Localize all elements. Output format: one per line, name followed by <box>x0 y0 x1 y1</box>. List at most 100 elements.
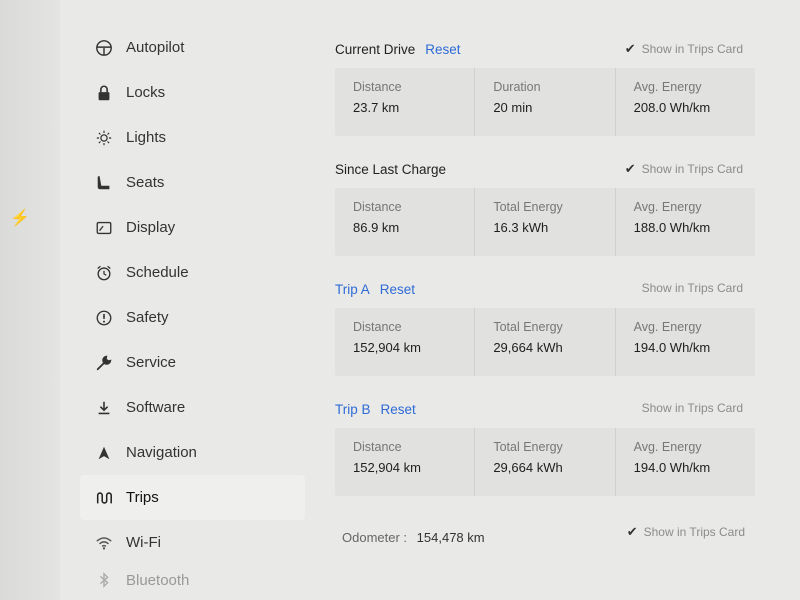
display-icon <box>94 218 114 238</box>
stat-label: Avg. Energy <box>633 80 702 94</box>
reset-current-drive-button[interactable]: Reset <box>425 42 460 57</box>
sidebar-item-locks[interactable]: Locks <box>80 70 305 115</box>
sidebar-item-navigation[interactable]: Navigation <box>80 430 305 475</box>
stat-cell: Avg. Energy 194.0 Wh/km <box>616 308 755 376</box>
stat-value: 20 min <box>493 100 533 115</box>
sidebar-item-bluetooth[interactable]: Bluetooth <box>80 565 305 595</box>
stat-cell: Distance 152,904 km <box>335 308 476 376</box>
stat-value: 194.0 Wh/km <box>633 460 711 475</box>
navigation-arrow-icon <box>94 443 114 463</box>
reset-trip-b-button[interactable]: Reset <box>381 402 416 417</box>
stat-label: Distance <box>353 320 402 334</box>
stat-cell: Total Energy 16.3 kWh <box>475 188 616 256</box>
since-last-charge-section: Since Last Charge ✔ Show in Trips Card D… <box>335 150 755 256</box>
stats-grid: Distance 23.7 km Duration 20 min Avg. En… <box>335 68 755 136</box>
reset-trip-a-button[interactable]: Reset <box>380 282 415 297</box>
sidebar-item-lights[interactable]: Lights <box>80 115 305 160</box>
stat-value: 152,904 km <box>353 340 421 355</box>
checkmark-icon: ✔ <box>626 524 638 539</box>
sidebar-item-schedule[interactable]: Schedule <box>80 250 305 295</box>
stat-cell: Total Energy 29,664 kWh <box>475 308 616 376</box>
stats-grid: Distance 152,904 km Total Energy 29,664 … <box>335 428 755 496</box>
stat-cell: Duration 20 min <box>475 68 616 136</box>
stat-label: Avg. Energy <box>633 440 702 454</box>
odometer-label: Odometer : <box>342 530 408 545</box>
stat-cell: Distance 152,904 km <box>335 428 476 496</box>
sidebar-item-service[interactable]: Service <box>80 340 305 385</box>
odometer-readout: Odometer : 154,478 km <box>342 530 485 545</box>
checkmark-icon: ✔ <box>624 41 636 56</box>
sidebar-item-display[interactable]: Display <box>80 205 305 250</box>
checkmark-icon: ✔ <box>624 161 636 176</box>
light-bulb-icon <box>94 128 114 148</box>
stat-label: Total Energy <box>493 320 563 334</box>
sidebar-item-label: Trips <box>126 489 159 506</box>
show-in-trips-card-toggle[interactable]: Show in Trips Card <box>642 281 743 295</box>
stat-label: Avg. Energy <box>633 200 702 214</box>
section-title: Current Drive <box>335 41 416 57</box>
sidebar-item-safety[interactable]: Safety <box>80 295 305 340</box>
stats-grid: Distance 152,904 km Total Energy 29,664 … <box>335 308 755 376</box>
left-edge-panel <box>0 0 60 600</box>
stats-grid: Distance 86.9 km Total Energy 16.3 kWh A… <box>335 188 755 256</box>
lock-icon <box>94 83 114 103</box>
show-in-trips-card-toggle[interactable]: ✔ Show in Trips Card <box>625 161 743 177</box>
current-drive-section: Current Drive Reset ✔ Show in Trips Card… <box>335 30 755 136</box>
stat-label: Distance <box>353 80 402 94</box>
stat-value: 16.3 kWh <box>493 220 549 235</box>
stat-cell: Avg. Energy 194.0 Wh/km <box>616 428 755 496</box>
sidebar-item-label: Display <box>126 219 176 236</box>
sidebar-item-autopilot[interactable]: Autopilot <box>80 25 305 70</box>
seat-icon <box>94 173 114 193</box>
toggle-label: Show in Trips Card <box>641 162 743 176</box>
stat-value: 86.9 km <box>353 220 400 235</box>
wrench-icon <box>94 353 114 373</box>
settings-sidebar: Autopilot Locks Lights Seats Display Sch… <box>80 25 305 595</box>
show-in-trips-card-toggle[interactable]: ✔ Show in Trips Card <box>625 41 743 57</box>
sidebar-item-label: Autopilot <box>126 39 185 56</box>
trip-b-section: Trip B Reset Show in Trips Card Distance… <box>335 390 755 496</box>
sidebar-item-wifi[interactable]: Wi-Fi <box>80 520 305 565</box>
toggle-label: Show in Trips Card <box>643 525 745 539</box>
odometer-value: 154,478 km <box>416 530 485 545</box>
stat-label: Duration <box>493 80 541 94</box>
sidebar-item-label: Schedule <box>126 264 189 281</box>
wifi-icon <box>94 533 114 553</box>
sidebar-item-label: Safety <box>126 309 169 326</box>
sidebar-item-trips[interactable]: Trips <box>80 475 305 520</box>
sidebar-item-label: Navigation <box>126 444 197 461</box>
stat-value: 208.0 Wh/km <box>633 100 711 115</box>
stat-value: 23.7 km <box>353 100 400 115</box>
trip-a-section: Trip A Reset Show in Trips Card Distance… <box>335 270 755 376</box>
steering-wheel-icon <box>94 38 114 58</box>
section-title: Trip A <box>335 281 370 297</box>
section-title: Trip B <box>335 401 371 417</box>
bluetooth-icon <box>94 570 114 590</box>
trips-icon <box>94 488 114 508</box>
stat-cell: Distance 23.7 km <box>335 68 476 136</box>
stat-cell: Total Energy 29,664 kWh <box>475 428 616 496</box>
toggle-label: Show in Trips Card <box>641 42 743 56</box>
stat-cell: Avg. Energy 188.0 Wh/km <box>616 188 755 256</box>
stat-label: Avg. Energy <box>633 320 702 334</box>
stat-label: Total Energy <box>493 440 563 454</box>
sidebar-item-label: Locks <box>126 84 166 101</box>
stat-cell: Distance 86.9 km <box>335 188 476 256</box>
stat-value: 29,664 kWh <box>493 460 563 475</box>
stat-label: Distance <box>353 440 402 454</box>
clock-icon <box>94 263 114 283</box>
show-in-trips-card-toggle[interactable]: Show in Trips Card <box>642 401 743 415</box>
download-icon <box>94 398 114 418</box>
section-title: Since Last Charge <box>335 161 447 177</box>
toggle-label: Show in Trips Card <box>641 401 743 415</box>
sidebar-item-seats[interactable]: Seats <box>80 160 305 205</box>
stat-value: 188.0 Wh/km <box>633 220 711 235</box>
trips-panel: Current Drive Reset ✔ Show in Trips Card… <box>335 30 755 496</box>
sidebar-item-software[interactable]: Software <box>80 385 305 430</box>
alert-circle-icon <box>94 308 114 328</box>
odometer-show-in-trips-card-toggle[interactable]: ✔ Show in Trips Card <box>627 524 745 540</box>
stat-value: 152,904 km <box>353 460 421 475</box>
stat-value: 29,664 kWh <box>493 340 563 355</box>
stat-label: Distance <box>353 200 402 214</box>
stat-cell: Avg. Energy 208.0 Wh/km <box>616 68 755 136</box>
